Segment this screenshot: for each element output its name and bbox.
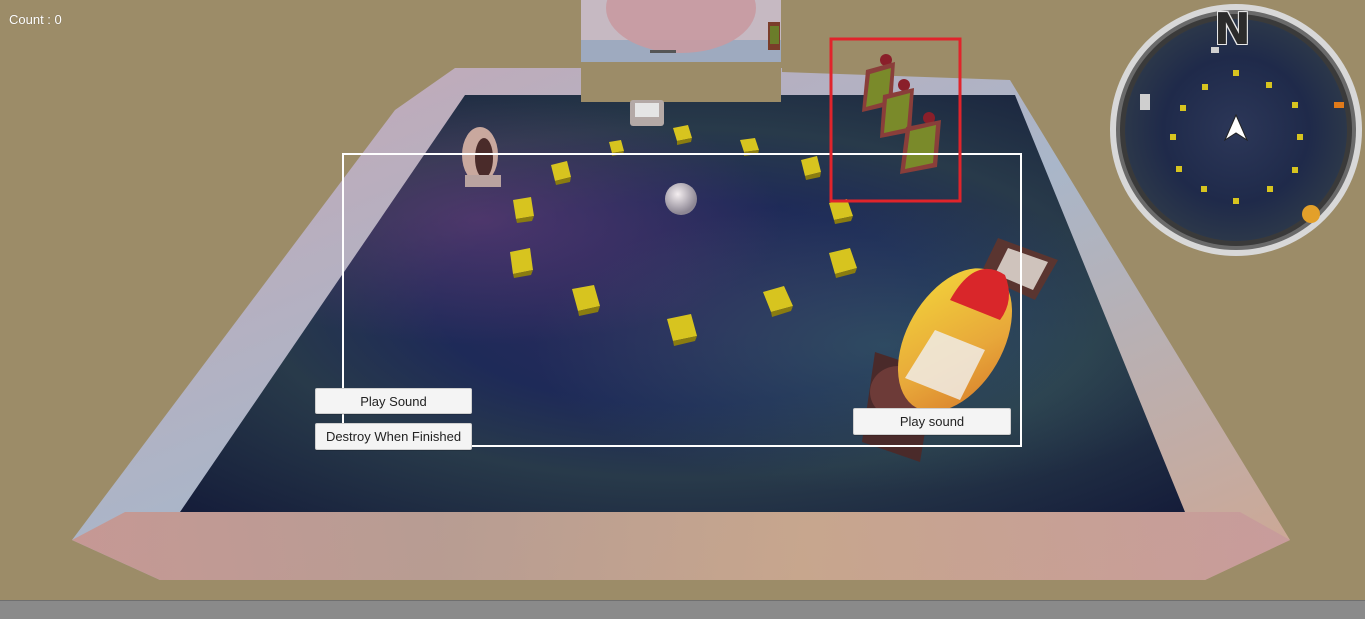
play-sound-button[interactable]: Play Sound <box>315 388 472 414</box>
cube-icon <box>513 197 534 223</box>
ball <box>665 183 697 215</box>
play-sound-right-button[interactable]: Play sound <box>853 408 1011 435</box>
bottom-status-bar <box>0 600 1365 619</box>
game-viewport[interactable]: Count : 0 Play Sound Destroy When Finish… <box>0 0 1365 600</box>
cube-icon <box>510 248 533 278</box>
arena-wall-front <box>72 512 1290 580</box>
count-label: Count : 0 <box>9 12 62 27</box>
minimap-north-label: N <box>1214 4 1251 55</box>
destroy-when-finished-button[interactable]: Destroy When Finished <box>315 423 472 450</box>
